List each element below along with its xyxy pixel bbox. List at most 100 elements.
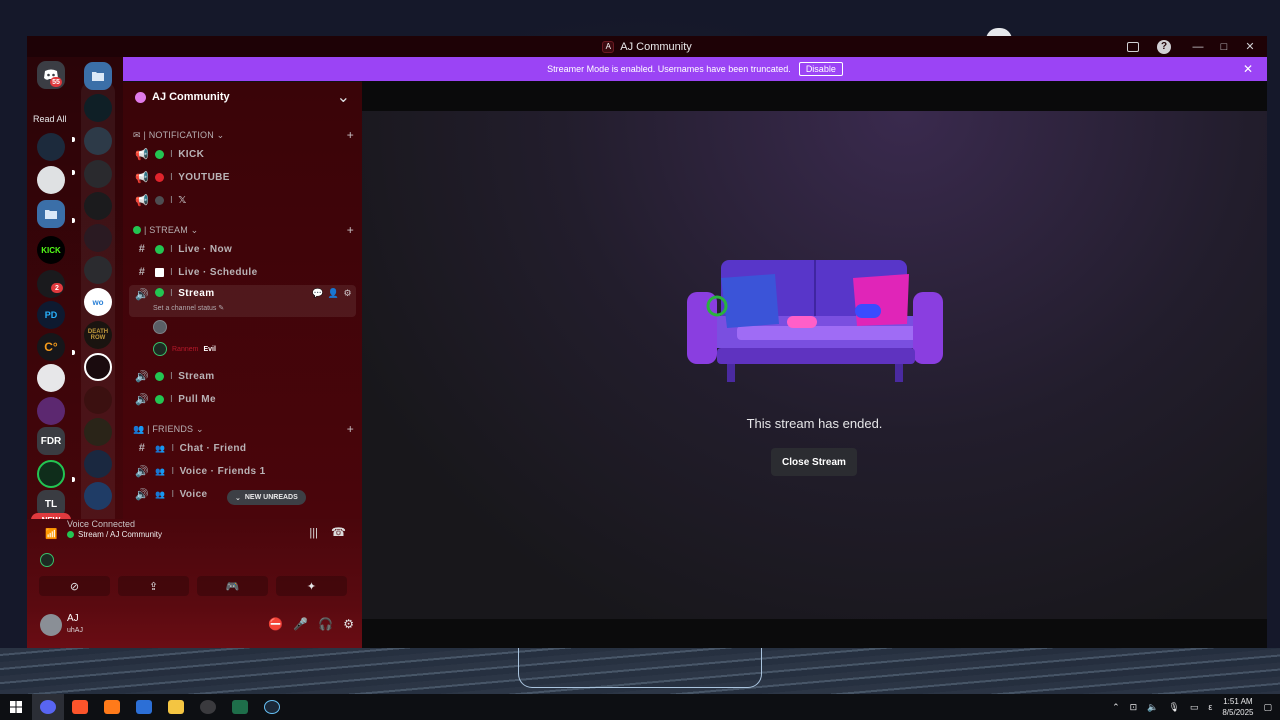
taskbar-app-4[interactable] (128, 694, 160, 720)
help-icon[interactable]: ? (1157, 39, 1171, 54)
server-icon-1[interactable] (37, 133, 65, 161)
folder-server-10[interactable] (84, 450, 112, 478)
folder-server-1[interactable] (84, 94, 112, 122)
folder-server-4[interactable] (84, 192, 112, 220)
battery-icon[interactable]: ▭ (1190, 702, 1199, 713)
close-banner-icon[interactable]: ✕ (1243, 62, 1253, 76)
microphone-icon[interactable]: 🎤 (293, 617, 308, 631)
category-notification[interactable]: ✉ | NOTIFICATION ⌄ + (133, 128, 354, 142)
server-fdr[interactable]: FDR (37, 427, 65, 455)
server-kick[interactable]: KICK (37, 236, 65, 264)
channel-x[interactable]: 📢 I 𝕏 (129, 190, 356, 210)
soundboard-button[interactable]: ✦ (276, 576, 347, 596)
share-screen-button[interactable]: ⇪ (118, 576, 189, 596)
inbox-icon[interactable] (1127, 41, 1139, 52)
channel-name: Stream (178, 370, 215, 382)
server-icon-10[interactable] (37, 460, 65, 488)
taskbar-app-3[interactable] (96, 694, 128, 720)
server-icon-2[interactable] (37, 166, 65, 194)
folder-server-wo[interactable]: wo (84, 288, 112, 316)
camera-off-button[interactable]: ⊘ (39, 576, 110, 596)
separator: I (170, 288, 174, 299)
noise-suppression-icon[interactable]: ||| (309, 527, 318, 539)
title-bar: A AJ Community ? — □ ✕ (27, 36, 1267, 57)
open-folder-icon[interactable] (84, 62, 112, 90)
chevron-down-icon: ⌄ (336, 89, 350, 106)
hashtag-icon: # (138, 442, 146, 454)
activities-button[interactable]: 🎮 (197, 576, 268, 596)
server-icon-8[interactable] (37, 397, 65, 425)
server-header[interactable]: AJ Community ⌄ (123, 82, 362, 112)
notifications-icon[interactable]: ▢ (1263, 702, 1272, 713)
channel-kick[interactable]: 📢 I KICK (129, 144, 356, 164)
folder-server-6[interactable] (84, 256, 112, 284)
unread-pip (72, 350, 75, 355)
folder-server-11[interactable] (84, 482, 112, 510)
invite-icon[interactable]: 👤 (328, 288, 340, 299)
add-channel-button[interactable]: + (347, 223, 354, 237)
channel-youtube[interactable]: 📢 I YOUTUBE (129, 167, 356, 187)
taskbar-obs[interactable] (192, 694, 224, 720)
close-stream-button[interactable]: Close Stream (771, 448, 857, 476)
separator: I (170, 393, 174, 405)
minimize-button[interactable]: — (1187, 38, 1209, 56)
taskbar-terminal[interactable] (224, 694, 256, 720)
window-title: A AJ Community (602, 40, 692, 53)
taskbar-file-explorer[interactable] (160, 694, 192, 720)
taskbar-discord[interactable] (32, 694, 64, 720)
gear-icon[interactable]: ⚙ (344, 288, 352, 299)
user-avatar[interactable] (40, 614, 62, 636)
channel-pull-me[interactable]: 🔊 I Pull Me (129, 389, 356, 409)
language-indicator[interactable]: ε (1208, 702, 1212, 712)
voice-channel-link[interactable]: Stream / AJ Community (67, 530, 162, 539)
taskbar-brave[interactable] (64, 694, 96, 720)
stream-off-icon[interactable]: ⛔ (268, 617, 283, 631)
channel-status-hint[interactable]: Set a channel status ✎ (153, 304, 224, 312)
taskbar-steam[interactable] (256, 694, 288, 720)
folder-server-5[interactable] (84, 224, 112, 252)
channel-stream-active[interactable]: 🔊 I Stream Set a channel status ✎ 💬 👤 ⚙ (129, 285, 356, 317)
connected-user-avatar[interactable] (40, 553, 54, 567)
discord-window: A AJ Community ? — □ ✕ 55 Read All KICK … (27, 36, 1267, 648)
clock[interactable]: 1:51 AM 8/5/2025 (1222, 696, 1253, 718)
server-pd[interactable]: PD (37, 301, 65, 329)
disconnect-icon[interactable]: ☎ (331, 525, 346, 539)
microphone-icon[interactable]: 🎙 (1168, 702, 1179, 713)
channel-live-schedule[interactable]: # I Live · Schedule (129, 262, 356, 282)
start-button[interactable] (0, 694, 32, 720)
user-status: uhAJ (67, 627, 83, 634)
maximize-button[interactable]: □ (1213, 38, 1235, 56)
network-icon[interactable]: ⊡ (1130, 702, 1138, 713)
add-channel-button[interactable]: + (347, 128, 354, 142)
server-icon-7[interactable] (37, 364, 65, 392)
voice-user-2[interactable]: Rannem Evil (153, 342, 216, 356)
status-dot (155, 149, 164, 159)
server-c[interactable]: C° (37, 333, 65, 361)
channel-name: 𝕏 (178, 194, 187, 206)
close-window-button[interactable]: ✕ (1239, 38, 1261, 56)
read-all-button[interactable]: Read All (33, 114, 67, 124)
channel-chat-friend[interactable]: # 👥 I Chat · Friend (129, 438, 356, 458)
gear-icon[interactable]: ⚙ (343, 617, 354, 631)
chevron-up-icon[interactable]: ⌃ (1112, 702, 1120, 713)
channel-live-now[interactable]: # I Live · Now (129, 239, 356, 259)
folder-server-2[interactable] (84, 127, 112, 155)
voice-user-1[interactable] (153, 320, 167, 334)
volume-icon[interactable]: 🔈 (1147, 702, 1158, 713)
new-unreads-pill[interactable]: ⌄ NEW UNREADS (227, 490, 306, 505)
disable-streamer-mode-button[interactable]: Disable (798, 62, 843, 76)
folder-server-8[interactable] (84, 386, 112, 414)
channel-voice-friends[interactable]: 🔊 👥 I Voice · Friends 1 (129, 461, 356, 481)
add-channel-button[interactable]: + (347, 422, 354, 436)
category-friends[interactable]: 👥 | FRIENDS ⌄ + (133, 422, 354, 436)
folder-server-death-row[interactable]: DEATH ROW (84, 321, 112, 349)
server-folder-icon[interactable] (37, 200, 65, 228)
headphones-icon[interactable]: 🎧 (318, 617, 333, 631)
server-badge-icon: A (602, 40, 615, 53)
folder-server-9[interactable] (84, 418, 112, 446)
folder-server-3[interactable] (84, 160, 112, 188)
category-stream[interactable]: | STREAM ⌄ + (133, 223, 354, 237)
channel-stream-2[interactable]: 🔊 I Stream (129, 366, 356, 386)
folder-server-aj-active[interactable] (84, 353, 112, 381)
chat-icon[interactable]: 💬 (312, 288, 324, 299)
